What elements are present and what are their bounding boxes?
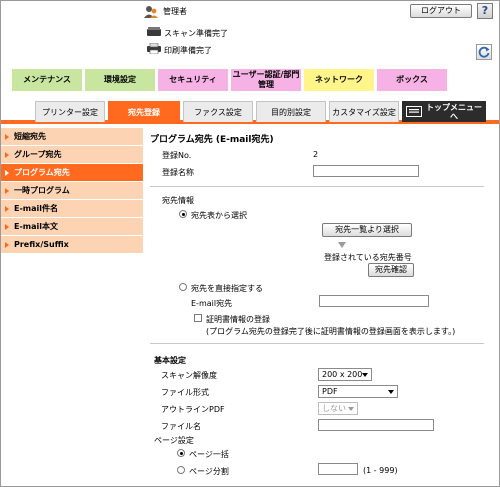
arrow-right-icon [5, 206, 9, 212]
sidebar-item-label: 短縮宛先 [14, 132, 46, 141]
page-split-label: ページ分割 [189, 467, 229, 476]
page-batch-label: ページ一括 [189, 450, 229, 459]
arrow-down-icon [338, 242, 346, 248]
sidebar-item-email-subject[interactable]: E-mail件名 [1, 200, 143, 218]
radio-select-from-list[interactable] [179, 210, 187, 218]
arrow-right-icon [5, 188, 9, 194]
tab-security[interactable]: セキュリティ [158, 69, 228, 91]
sidebar-item-group[interactable]: グループ宛先 [1, 146, 143, 164]
divider [150, 186, 484, 187]
scan-status: スキャン準備完了 [164, 29, 228, 38]
sidebar: 短縮宛先 グループ宛先 プログラム宛先 一時プログラム E-mail件名 E-m… [1, 128, 143, 254]
sidebar-item-label: 一時プログラム [14, 186, 70, 195]
sidebar-item-label: プログラム宛先 [14, 168, 70, 177]
cert-note: (プログラム宛先の登録完了後に証明書情報の登録画面を表示します。) [206, 327, 456, 336]
radio-select-from-list-label: 宛先表から選択 [191, 211, 247, 220]
refresh-icon [478, 46, 490, 58]
arrow-right-icon [5, 242, 9, 248]
radio-page-batch[interactable] [177, 449, 185, 457]
scan-res-label: スキャン解像度 [161, 371, 217, 380]
sidebar-item-label: グループ宛先 [14, 150, 62, 159]
arrow-right-icon [5, 170, 9, 176]
reg-name-input[interactable] [313, 165, 419, 177]
sidebar-item-label: E-mail件名 [14, 204, 59, 213]
chevron-down-icon [348, 407, 354, 411]
file-name-input[interactable] [318, 419, 434, 431]
radio-page-split[interactable] [177, 466, 185, 474]
registered-dest-no-label: 登録されている宛先番号 [324, 253, 412, 262]
arrow-right-icon [5, 134, 9, 140]
cert-checkbox[interactable] [194, 314, 202, 322]
outline-pdf-label: アウトラインPDF [161, 405, 225, 414]
reg-no-label: 登録No. [162, 151, 192, 160]
reg-no-value: 2 [313, 150, 319, 159]
dest-info-label: 宛先情報 [162, 196, 194, 205]
web-admin-page: 管理者 ログアウト ? スキャン準備完了 印刷準備完了 メンテナンス 環境設定 … [0, 0, 500, 487]
radio-direct-input[interactable] [179, 283, 187, 291]
scan-res-value: 200 x 200 [322, 370, 363, 379]
subtab-fax-settings[interactable]: ファクス設定 [183, 101, 253, 122]
sidebar-item-email-body[interactable]: E-mail本文 [1, 218, 143, 236]
page-setting-label: ページ設定 [154, 436, 194, 445]
sidebar-item-program[interactable]: プログラム宛先 [1, 164, 143, 182]
subtab-customize-settings[interactable]: カスタマイズ設定 [329, 101, 399, 122]
file-format-select[interactable]: PDF [318, 385, 398, 398]
subtab-address-register[interactable]: 宛先登録 [108, 101, 180, 122]
subtab-printer-settings[interactable]: プリンター設定 [35, 101, 105, 122]
sidebar-item-prefix-suffix[interactable]: Prefix/Suffix [1, 236, 143, 254]
tab-environment[interactable]: 環境設定 [85, 69, 155, 91]
select-from-list-button[interactable]: 宛先一覧より選択 [322, 223, 412, 237]
confirm-dest-button[interactable]: 宛先確認 [368, 263, 414, 277]
subtab-purpose-settings[interactable]: 目的別設定 [256, 101, 326, 122]
user-label: 管理者 [163, 7, 187, 16]
tab-box[interactable]: ボックス [377, 69, 447, 91]
basic-settings-heading: 基本設定 [154, 356, 186, 365]
arrow-right-icon [5, 152, 9, 158]
chevron-down-icon [388, 390, 394, 394]
top-menu-icon [406, 106, 422, 117]
email-label: E-mail宛先 [191, 299, 233, 308]
tab-maintenance[interactable]: メンテナンス [12, 69, 82, 91]
logout-button[interactable]: ログアウト [410, 4, 472, 18]
arrow-right-icon [5, 224, 9, 230]
divider [150, 343, 484, 344]
sidebar-item-label: Prefix/Suffix [14, 240, 69, 249]
user-icon [144, 6, 158, 18]
file-name-label: ファイル名 [161, 422, 201, 431]
sidebar-item-temp-program[interactable]: 一時プログラム [1, 182, 143, 200]
email-input[interactable] [319, 295, 429, 307]
file-format-value: PDF [322, 387, 338, 396]
cert-checkbox-label: 証明書情報の登録 [206, 315, 270, 324]
sidebar-item-label: E-mail本文 [14, 222, 59, 231]
outline-pdf-value: しない [322, 404, 346, 413]
chevron-down-icon [362, 373, 368, 377]
print-status: 印刷準備完了 [164, 46, 212, 55]
page-split-input[interactable] [318, 463, 358, 475]
sidebar-item-speed-dial[interactable]: 短縮宛先 [1, 128, 143, 146]
scanner-icon [147, 27, 161, 36]
outline-pdf-select[interactable]: しない [318, 402, 358, 415]
scan-res-select[interactable]: 200 x 200 [318, 368, 372, 381]
page-split-range: (1 - 999) [363, 466, 398, 475]
help-button[interactable]: ? [477, 3, 493, 19]
refresh-button[interactable] [476, 44, 492, 60]
tab-network[interactable]: ネットワーク [304, 69, 374, 91]
radio-direct-input-label: 宛先を直接指定する [191, 284, 263, 293]
reg-name-label: 登録名称 [162, 168, 194, 177]
printer-icon [147, 43, 161, 54]
tab-user-auth[interactable]: ユーザー認証/部門管理 [231, 69, 301, 91]
file-format-label: ファイル形式 [161, 388, 209, 397]
page-title: プログラム宛先 (E-mail宛先) [150, 135, 274, 145]
top-menu-label: トップメニューへ [426, 103, 482, 121]
